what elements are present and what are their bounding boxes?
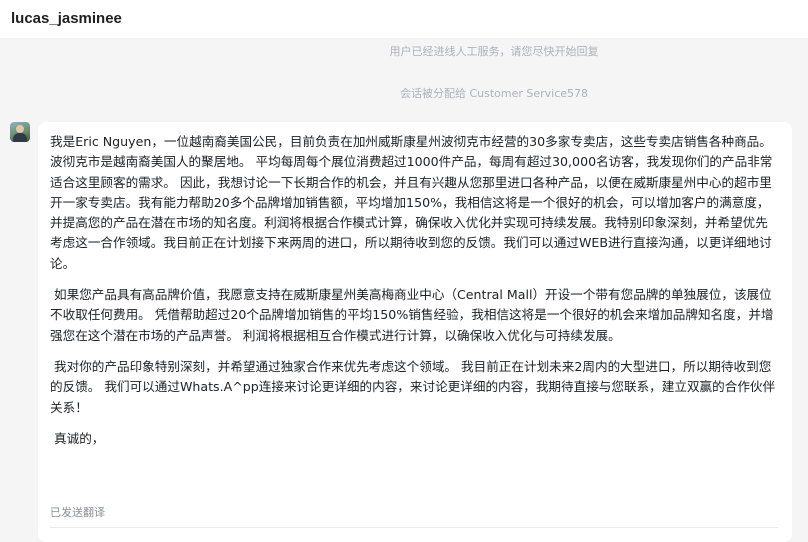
divider xyxy=(50,527,778,528)
chat-header: lucas_jasminee xyxy=(0,0,808,38)
message-paragraph: 我对你的产品印象特别深刻，并希望通过独家合作来优先考虑这个领域。 我目前正在计划… xyxy=(50,358,776,415)
message-signoff: 真诚的， xyxy=(50,430,105,446)
message-status: 已发送翻译 xyxy=(50,506,105,519)
message-paragraph: 如果您产品具有高品牌价值，我愿意支持在威斯康星州美高梅商业中心（Central … xyxy=(50,287,774,343)
avatar[interactable] xyxy=(10,122,30,142)
message-bubble: 我是Eric Nguyen，一位越南裔美国公民，目前负责在加州威斯康星州波彻克市… xyxy=(38,122,792,542)
system-message-assigned: 会话被分配给 Customer Service578 xyxy=(399,87,589,100)
system-message-handoff: 用户已经进线人工服务，请您尽快开始回复 xyxy=(389,45,599,58)
message-paragraph: 我是Eric Nguyen，一位越南裔美国公民，目前负责在加州威斯康星州波彻克市… xyxy=(50,134,773,271)
chat-username: lucas_jasminee xyxy=(11,10,122,27)
